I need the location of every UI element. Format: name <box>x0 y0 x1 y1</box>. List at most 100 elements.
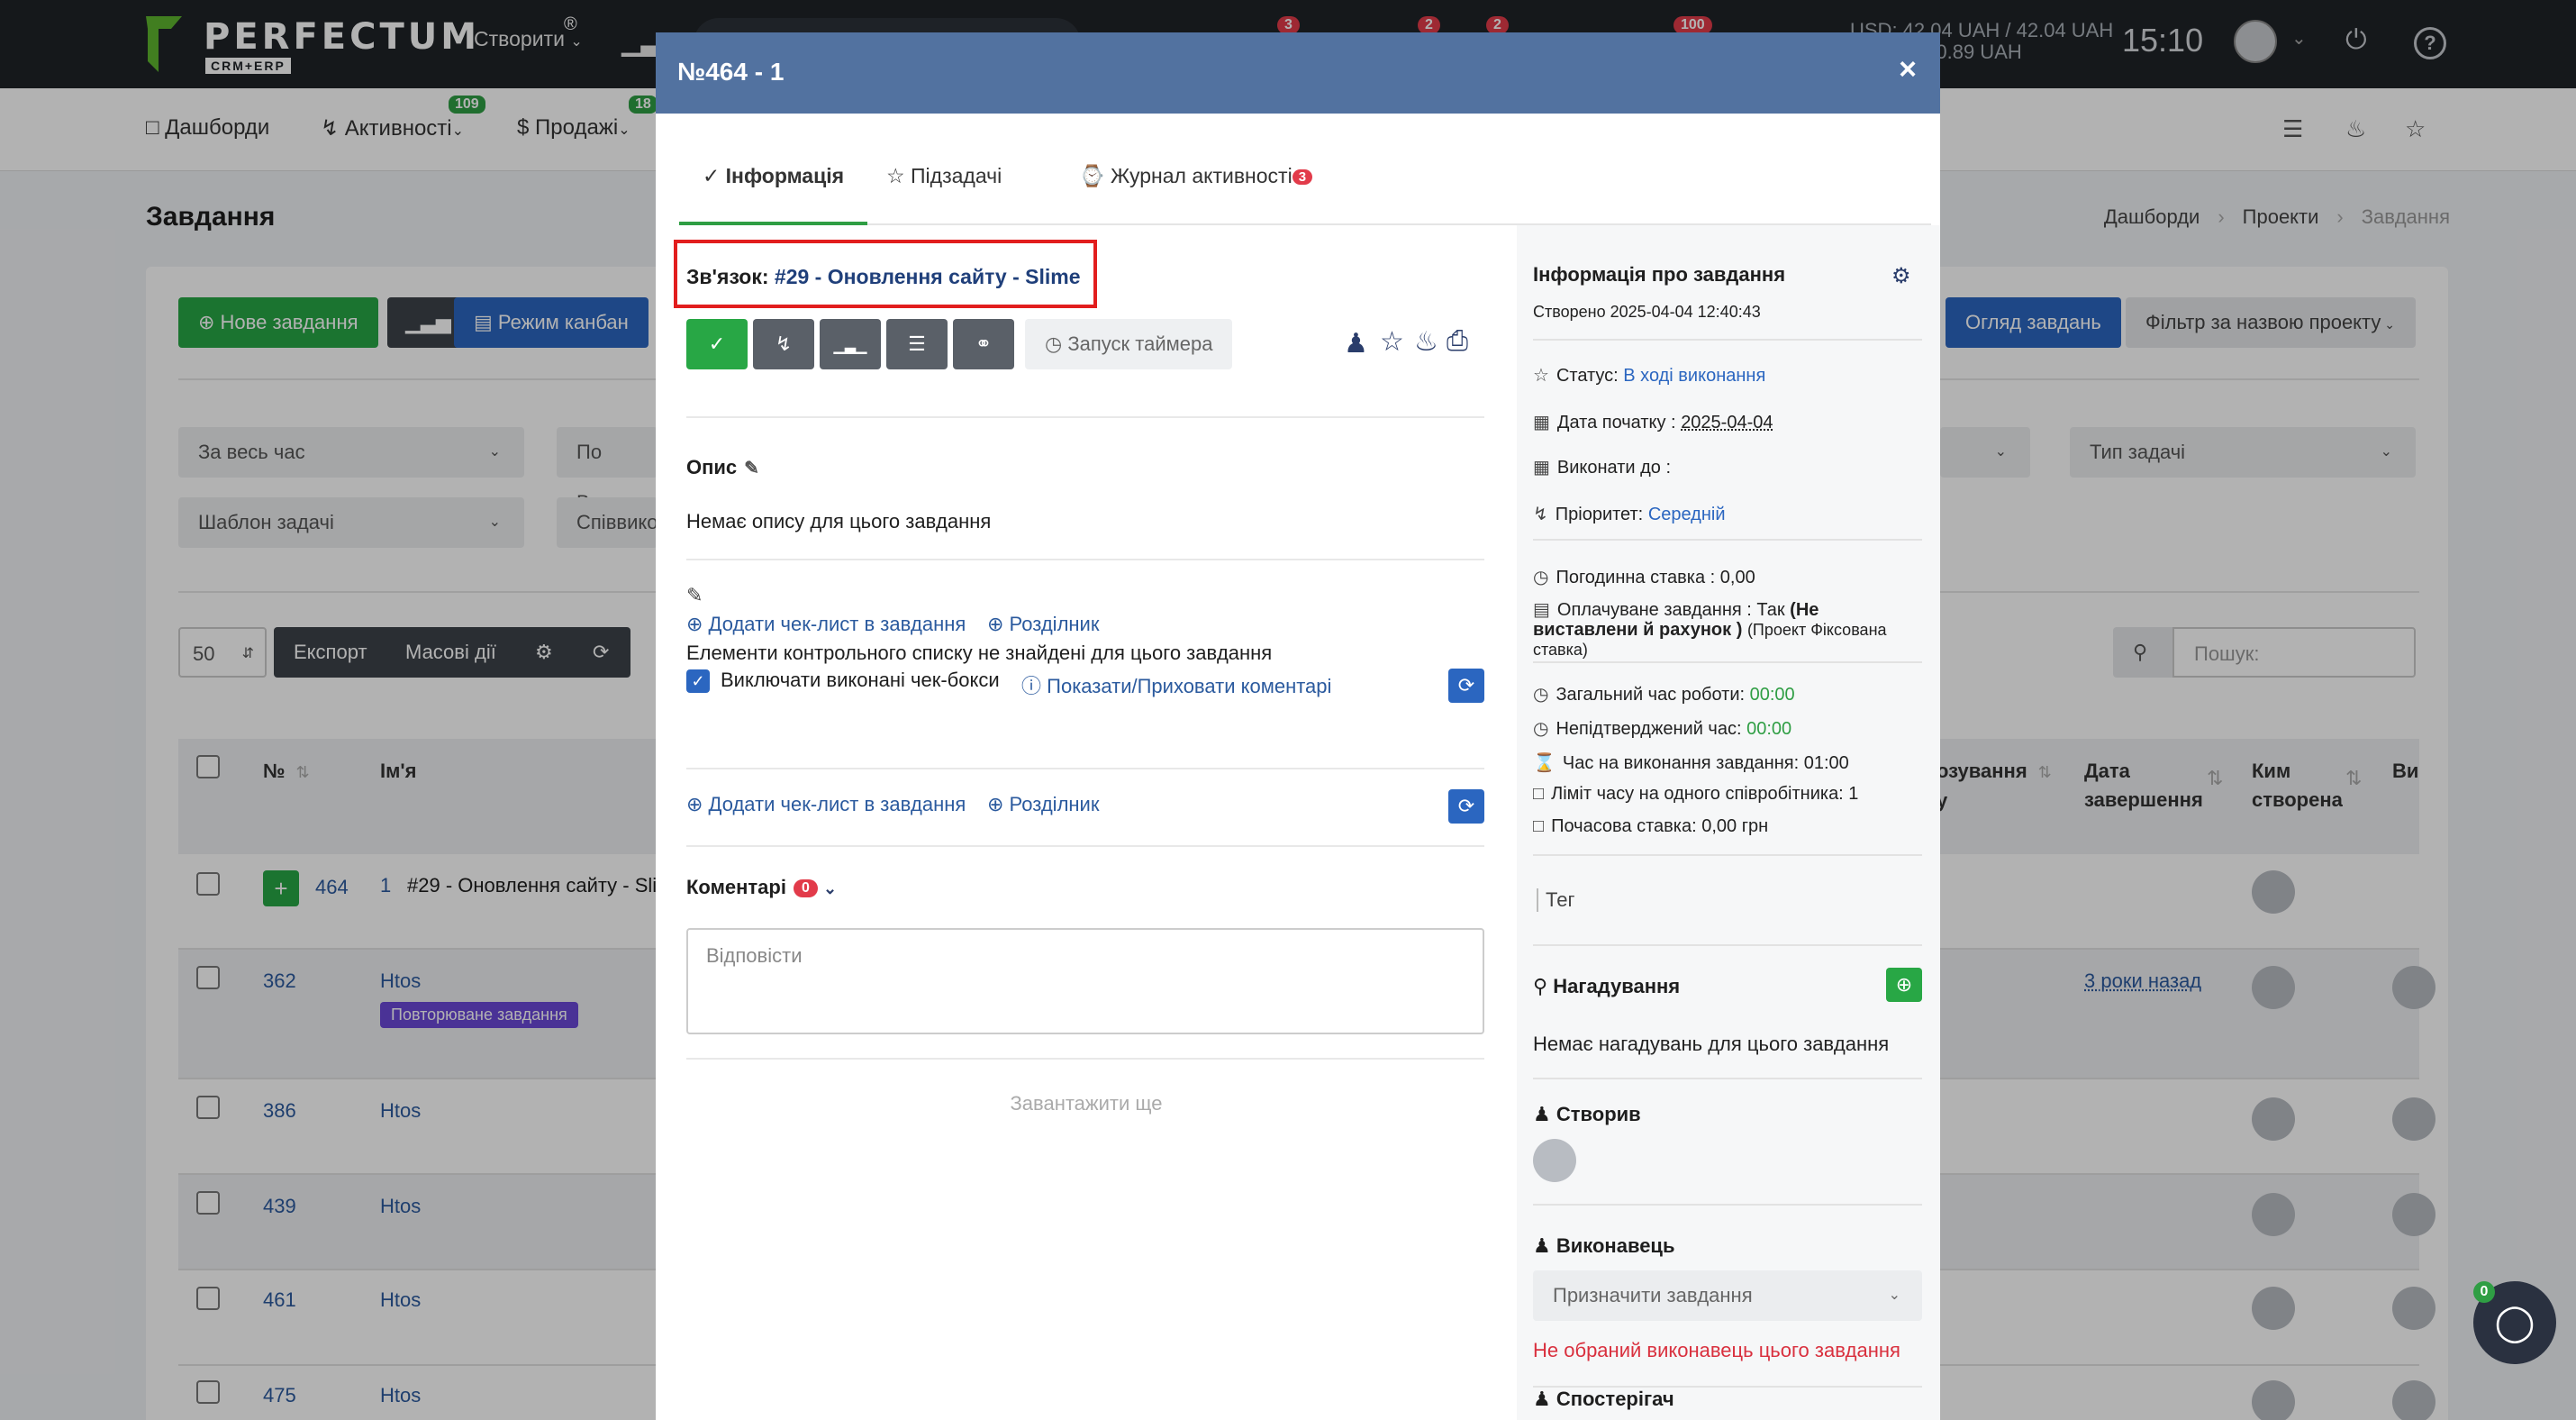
star-half-icon: ☆ <box>1533 366 1549 386</box>
priority-row: ↯ Пріоритет: Середній <box>1533 503 1726 525</box>
checkbox-checked-icon: ✓ <box>686 669 710 694</box>
no-assignee-text: Не обраний виконавець цього завдання <box>1533 1339 1900 1361</box>
reminders-title-label: Нагадування <box>1553 975 1681 997</box>
chevron-down-icon: ⌄ <box>1888 1288 1900 1303</box>
time-limit-row: □ Ліміт часу на одного співробітника: 1 <box>1533 784 1858 805</box>
relation-link[interactable]: #29 - Оновлення сайту - Slime <box>775 265 1081 288</box>
refresh-checklist-button[interactable]: ⟳ <box>1448 669 1484 703</box>
watcher-title: ♟ Спостерігач <box>1533 1388 1674 1411</box>
add-checklist-link[interactable]: ⊕ Додати чек-лист в завдання <box>686 793 966 816</box>
stats-button[interactable]: ▁▃▁ <box>820 319 881 369</box>
divider <box>1533 1078 1922 1079</box>
watcher-title-label: Спостерігач <box>1556 1388 1674 1410</box>
add-checklist-label: Додати чек-лист в завдання <box>708 613 966 635</box>
assign-task-select[interactable]: Призначити завдання ⌄ <box>1533 1270 1922 1321</box>
total-time-label: Загальний час роботи: <box>1556 685 1746 705</box>
divider <box>1533 944 1922 946</box>
toggle-comments-label: Показати/Приховати коментарі <box>1047 675 1332 697</box>
list-button[interactable]: ☰ <box>886 319 948 369</box>
load-more-button[interactable]: Завантажити ще <box>656 1092 1517 1115</box>
tab-subtasks[interactable]: ☆ Підзадачі <box>886 164 1002 225</box>
clock-icon: ◷ <box>1533 568 1549 587</box>
billable-row: ▤ Оплачуване завдання : Так (Не виставлен… <box>1533 600 1922 660</box>
total-time-value: 00:00 <box>1749 685 1795 705</box>
unconfirmed-time-value: 00:00 <box>1746 719 1792 739</box>
chat-badge: 0 <box>2473 1281 2495 1303</box>
user-icon: ♟ <box>1533 1234 1551 1257</box>
reply-textarea[interactable]: Відповісти <box>686 928 1484 1034</box>
description-text: Немає опису для цього завдання <box>686 510 992 532</box>
tab-activity-log[interactable]: ⌚ Журнал активності 3 <box>1079 164 1313 225</box>
add-reminder-button[interactable]: ⊕ <box>1886 968 1922 1002</box>
divider <box>1533 539 1922 541</box>
time-limit-text: Ліміт часу на одного співробітника: 1 <box>1551 784 1859 804</box>
divider <box>686 1058 1484 1060</box>
relation: Зв'язок: #29 - Оновлення сайту - Slime <box>686 265 1081 289</box>
hourly-rate-text: Погодинна ставка : 0,00 <box>1556 568 1755 587</box>
star-icon: ☆ <box>886 164 905 187</box>
add-checklist-link[interactable]: ⊕ Додати чек-лист в завдання <box>686 613 966 636</box>
link-button[interactable]: ⚭ <box>953 319 1014 369</box>
hourly-rate-row: ◷ Погодинна ставка : 0,00 <box>1533 566 1755 588</box>
no-checklist-text: Елементи контрольного списку не знайдені… <box>686 642 1273 664</box>
separator-label: Розділник <box>1009 613 1100 635</box>
tab-information[interactable]: ✓ Інформація <box>679 164 868 225</box>
card-icon: ▤ <box>1533 600 1550 620</box>
divider <box>1533 1204 1922 1206</box>
info-title: Інформація про завдання <box>1533 263 1786 286</box>
clock-icon: ◷ <box>1045 332 1063 355</box>
modal-tabs: ✓ Інформація ☆ Підзадачі ⌚ Журнал активн… <box>679 114 1931 225</box>
bell-icon: ⚲ <box>1533 975 1548 997</box>
bolt-button[interactable]: ↯ <box>753 319 814 369</box>
hourly-pay-text: Почасова ставка: 0,00 грн <box>1551 816 1769 836</box>
check-icon: ✓ <box>708 332 726 355</box>
comments-count-badge: 0 <box>793 879 818 898</box>
start-timer-label: Запуск таймера <box>1067 332 1213 355</box>
square-icon: □ <box>1533 816 1545 836</box>
clock-icon: ◷ <box>1533 685 1549 705</box>
pencil-icon[interactable]: ✎ <box>686 584 703 607</box>
gear-icon[interactable]: ⚙ <box>1891 263 1911 289</box>
description-title-label: Опис <box>686 456 738 478</box>
due-date-label: Виконати до : <box>1556 458 1672 478</box>
separator-link[interactable]: ⊕ Розділник <box>987 613 1099 636</box>
plus-circle-icon: ⊕ <box>1895 973 1913 996</box>
billable-label: Оплачуване завдання : Так <box>1556 600 1785 620</box>
check-circle-icon: ✓ <box>703 164 721 187</box>
refresh-icon: ⟳ <box>1457 674 1475 696</box>
fire-icon[interactable]: ♨ <box>1414 326 1438 358</box>
bolt-icon: ↯ <box>775 332 793 355</box>
calendar-check-icon: ▦ <box>1533 458 1550 478</box>
assignee-title-label: Виконавець <box>1556 1234 1675 1257</box>
divider <box>686 845 1484 847</box>
print-icon[interactable]: ⎙ <box>1447 326 1468 357</box>
info-icon: ⓘ <box>1021 675 1042 697</box>
refresh-checklist-button[interactable]: ⟳ <box>1448 789 1484 824</box>
separator-link[interactable]: ⊕ Розділник <box>987 793 1099 816</box>
star-icon[interactable]: ☆ <box>1380 326 1404 358</box>
priority-value[interactable]: Середній <box>1648 505 1726 524</box>
task-info-panel: Інформація про завдання ⚙ Створено 2025-… <box>1517 225 1940 1420</box>
assign-task-placeholder: Призначити завдання <box>1553 1284 1753 1306</box>
refresh-icon: ⟳ <box>1457 795 1475 817</box>
avatar[interactable] <box>1533 1139 1576 1182</box>
unconfirmed-time-label: Непідтверджений час: <box>1556 719 1742 739</box>
priority-label: Пріоритет: <box>1555 505 1644 524</box>
start-timer-button[interactable]: ◷ Запуск таймера <box>1025 319 1233 369</box>
tag-input[interactable]: Тег <box>1537 888 1574 912</box>
pencil-icon[interactable]: ✎ <box>744 459 759 478</box>
start-date-value[interactable]: 2025-04-04 <box>1681 413 1773 432</box>
calendar-icon: ▦ <box>1533 413 1550 432</box>
divider <box>1533 661 1922 663</box>
user-check-icon[interactable]: ♟ <box>1344 328 1368 360</box>
toggle-comments-link[interactable]: ⓘ Показати/Приховати коментарі <box>1021 670 1331 699</box>
status-value[interactable]: В ході виконання <box>1623 366 1765 386</box>
divider <box>1533 854 1922 856</box>
mark-complete-button[interactable]: ✓ <box>686 319 748 369</box>
chart-icon: ▁▃▁ <box>833 339 867 354</box>
unconfirmed-time-row: ◷ Непідтверджений час: 00:00 <box>1533 717 1791 740</box>
tab-badge: 3 <box>1292 169 1313 186</box>
comments-title[interactable]: Коментарі 0 ⌄ <box>686 876 837 899</box>
exclude-done-checkbox[interactable]: ✓ Виключати виконані чек-бокси <box>686 669 1000 694</box>
close-icon[interactable]: × <box>1899 52 1917 87</box>
